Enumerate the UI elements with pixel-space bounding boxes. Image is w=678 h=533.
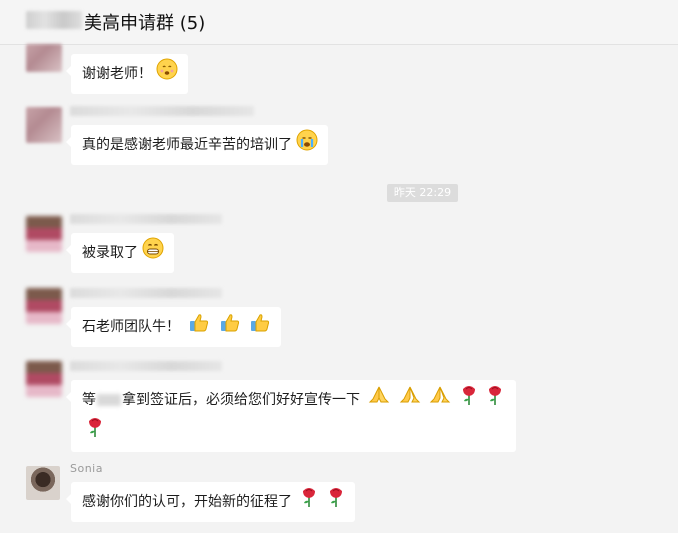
sender-name: Sonia	[70, 462, 103, 475]
rose-emoji-icon	[460, 384, 478, 416]
message-text: 被录取了	[82, 245, 138, 261]
thumbs-up-emoji-icon	[249, 311, 271, 343]
message-bubble[interactable]: 等 拿到签证后，必须给您们好好宣传一下	[66, 380, 516, 452]
timestamp-divider: 昨天 22:29	[387, 184, 458, 202]
thumbs-up-emoji-icon	[219, 311, 241, 343]
message-text: 真的是感谢老师最近辛苦的培训了	[82, 137, 292, 153]
group-title[interactable]: 美高申请群 (5)	[84, 9, 205, 35]
smile-emoji-icon	[156, 58, 178, 90]
message-text: 石老师团队牛！	[82, 319, 180, 335]
message-bubble[interactable]: 石老师团队牛！	[65, 307, 282, 347]
message-bubble[interactable]: 谢谢老师！	[66, 54, 188, 94]
message-text: 谢谢老师！	[82, 66, 152, 82]
crying-emoji-icon	[296, 129, 318, 161]
message-text-after: 拿到签证后，必须给您们好好宣传一下	[122, 392, 360, 408]
pray-emoji-icon	[368, 384, 390, 416]
avatar[interactable]	[26, 288, 62, 324]
chat-header: 美高申请群 (5)	[0, 0, 678, 45]
blurred-sender-name	[70, 361, 222, 371]
pray-emoji-icon	[399, 384, 421, 416]
message-bubble[interactable]: 被录取了	[66, 233, 174, 273]
avatar[interactable]	[26, 44, 62, 72]
blurred-group-name	[26, 11, 82, 29]
pray-emoji-icon	[429, 384, 451, 416]
rose-emoji-icon	[327, 486, 345, 518]
blurred-name-inline	[97, 394, 121, 406]
rose-emoji-icon	[300, 486, 318, 518]
blurred-sender-name	[70, 288, 222, 298]
message-text-before: 等	[82, 392, 96, 408]
thumbs-up-emoji-icon	[188, 311, 210, 343]
message-bubble[interactable]: 真的是感谢老师最近辛苦的培训了	[66, 125, 328, 165]
rose-emoji-icon	[86, 416, 104, 448]
avatar[interactable]	[26, 216, 62, 252]
message-bubble[interactable]: 感谢你们的认可，开始新的征程了	[66, 482, 355, 522]
grin-emoji-icon	[142, 237, 164, 269]
avatar[interactable]	[26, 361, 62, 397]
message-text: 感谢你们的认可，开始新的征程了	[82, 494, 292, 510]
avatar[interactable]	[26, 107, 62, 143]
rose-emoji-icon	[486, 384, 504, 416]
avatar[interactable]	[26, 466, 60, 500]
blurred-sender-name	[70, 214, 222, 224]
blurred-sender-name	[70, 106, 254, 116]
